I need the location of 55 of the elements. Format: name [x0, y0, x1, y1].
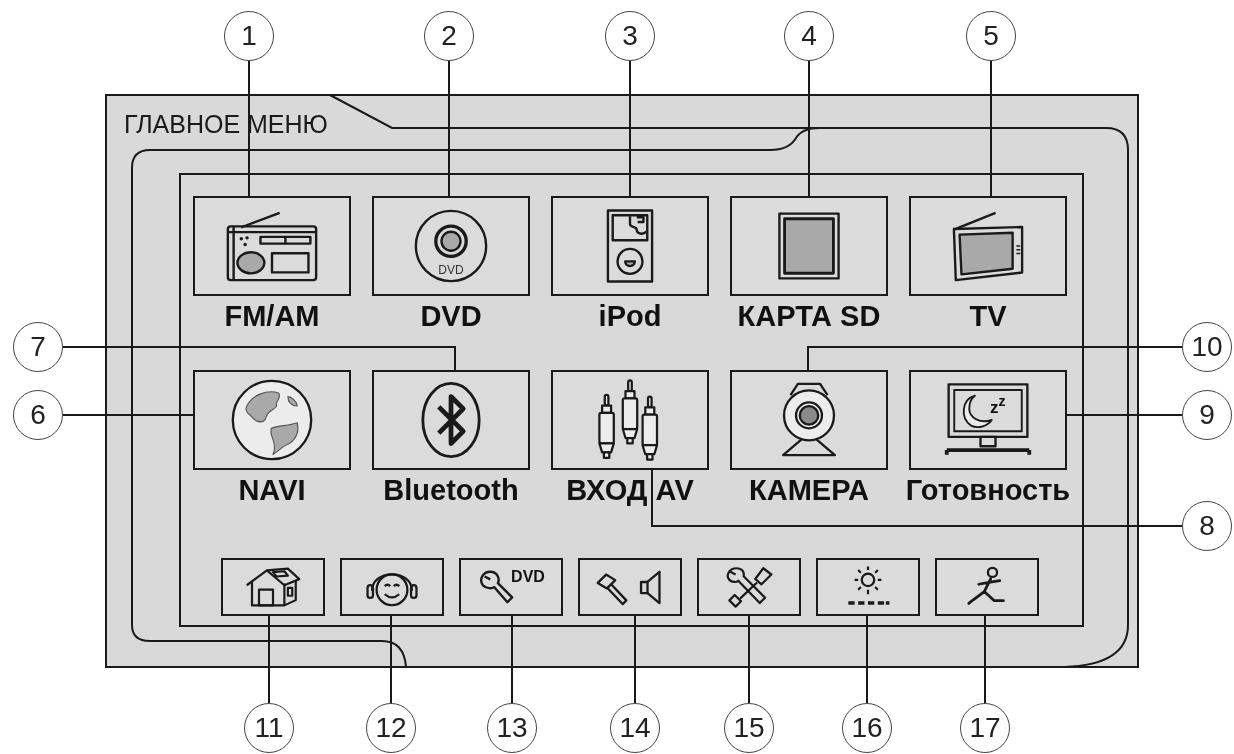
tools-icon	[724, 565, 774, 609]
callout-number: 2	[424, 11, 474, 61]
menu-label: КАМЕРА	[749, 473, 869, 508]
toolbar-button[interactable]	[697, 558, 801, 616]
menu-button[interactable]: z$^{z}$	[909, 370, 1067, 470]
callout-number: 8	[1182, 501, 1232, 551]
callout-number: 9	[1182, 390, 1232, 440]
menu-label: КАРТА SD	[737, 299, 881, 334]
screen-title: ГЛАВНОЕ МЕНЮ	[124, 110, 328, 138]
toolbar-button[interactable]	[935, 558, 1039, 616]
callout-number: 14	[610, 703, 660, 753]
menu-label: ВХОД AV	[566, 473, 694, 508]
menu-button[interactable]	[730, 196, 888, 296]
callout-number: 15	[724, 703, 774, 753]
toolbar-button[interactable]	[816, 558, 920, 616]
callout-number: 12	[366, 703, 416, 753]
menu-label: iPod	[598, 299, 662, 334]
menu-label: FM/AM	[224, 299, 320, 334]
menu-label: Готовность	[905, 473, 1071, 508]
menu-button[interactable]	[372, 370, 530, 470]
callout-number: 6	[13, 390, 63, 440]
callout-number: 1	[224, 11, 274, 61]
callout-number: 3	[605, 11, 655, 61]
sleep-monitor-icon	[943, 382, 1033, 458]
menu-button[interactable]	[909, 196, 1067, 296]
callout-number: 4	[784, 11, 834, 61]
callout-number: 13	[487, 703, 537, 753]
menu-label: DVD	[420, 299, 482, 334]
callout-number: 11	[244, 703, 294, 753]
toolbar-button[interactable]	[221, 558, 325, 616]
disc-icon	[413, 208, 489, 284]
bluetooth-icon	[420, 380, 482, 460]
callout-number: 17	[960, 703, 1010, 753]
memory-card-icon	[778, 212, 840, 280]
callout-number: 16	[842, 703, 892, 753]
toolbar-button[interactable]: DVD	[459, 558, 563, 616]
callout-number: 7	[13, 322, 63, 372]
menu-label: TV	[969, 299, 1007, 334]
toolbar-button[interactable]	[340, 558, 444, 616]
tv-icon	[950, 210, 1026, 282]
menu-label: Bluetooth	[383, 473, 519, 508]
menu-label: NAVI	[238, 473, 306, 508]
menu-button[interactable]	[551, 196, 709, 296]
callout-number: 5	[966, 11, 1016, 61]
music-player-icon	[606, 208, 654, 284]
menu-button[interactable]	[193, 196, 351, 296]
globe-icon	[230, 378, 314, 462]
menu-button[interactable]	[551, 370, 709, 470]
radio-icon	[224, 210, 320, 282]
menu-button[interactable]: DVD	[372, 196, 530, 296]
menu-button[interactable]	[193, 370, 351, 470]
house-icon	[244, 566, 302, 608]
menu-button[interactable]	[730, 370, 888, 470]
toolbar-button[interactable]	[578, 558, 682, 616]
callout-number: 10	[1182, 322, 1232, 372]
